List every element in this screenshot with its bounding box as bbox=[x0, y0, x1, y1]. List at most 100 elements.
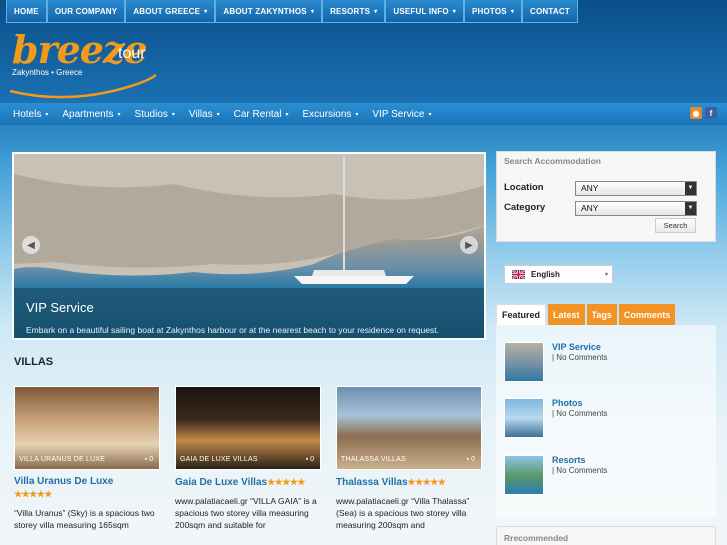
slider-prev-arrow[interactable]: ◀ bbox=[22, 236, 40, 254]
comment-count-value: 0 bbox=[149, 456, 153, 463]
villa-card: THALASSA VILLAS ▪ 0 Thalassa Villas★★★★★… bbox=[336, 386, 484, 531]
chevron-down-icon: ▾ bbox=[374, 8, 378, 15]
chevron-down-icon: ▾ bbox=[355, 111, 359, 118]
uk-flag-icon bbox=[512, 270, 525, 279]
post-meta: | No Comments bbox=[552, 409, 608, 418]
chevron-down-icon: ▾ bbox=[216, 111, 220, 118]
topnav-useful-info[interactable]: USEFUL INFO ▾ bbox=[385, 0, 464, 23]
villa-description: “Villa Uranus” (Sky) is a spacious two s… bbox=[14, 508, 155, 530]
location-label: Location bbox=[504, 182, 544, 193]
logo-swoosh-icon bbox=[9, 73, 157, 99]
topnav-about-zakynthos[interactable]: ABOUT ZAKYNTHOS ▾ bbox=[215, 0, 323, 23]
villa-title-text: Gaia De Luxe Villas bbox=[175, 477, 268, 488]
post-title[interactable]: VIP Service bbox=[552, 342, 601, 352]
menu-studios-label: Studios bbox=[134, 108, 168, 120]
category-select[interactable]: ANY ▼ bbox=[575, 201, 697, 216]
rss-icon[interactable]: ◉ bbox=[690, 107, 702, 119]
villa-thumbnail[interactable]: THALASSA VILLAS ▪ 0 bbox=[336, 386, 482, 470]
list-item: VIP Service | No Comments bbox=[504, 342, 714, 384]
language-select[interactable]: English ▾ bbox=[504, 265, 613, 284]
villa-title[interactable]: Gaia De Luxe Villas★★★★★ bbox=[175, 476, 323, 489]
slider-next-arrow[interactable]: ▶ bbox=[460, 236, 478, 254]
post-thumbnail[interactable] bbox=[504, 398, 544, 438]
logo-tour-text: tour bbox=[118, 45, 146, 62]
search-button[interactable]: Search bbox=[655, 218, 696, 233]
menu-vip-service[interactable]: VIP Service ▾ bbox=[365, 109, 438, 120]
chevron-down-icon: ▾ bbox=[428, 111, 432, 118]
menu-hotels-label: Hotels bbox=[13, 108, 42, 120]
menu-excursions-label: Excursions bbox=[302, 108, 352, 120]
topnav-our-company[interactable]: OUR COMPANY bbox=[46, 0, 126, 23]
chevron-down-icon: ▼ bbox=[685, 202, 696, 215]
list-item: Resorts | No Comments bbox=[504, 455, 714, 497]
featured-posts: VIP Service | No Comments Photos | No Co… bbox=[496, 325, 716, 517]
menu-studios[interactable]: Studios ▾ bbox=[128, 109, 182, 120]
facebook-icon[interactable]: f bbox=[705, 107, 717, 119]
villa-description: www.palatiacaeli.gr “Villa Thalassa” (Se… bbox=[336, 496, 470, 530]
villa-thumbnail[interactable]: VILLA URANUS DE LUXE ▪ 0 bbox=[14, 386, 160, 470]
topnav-contact[interactable]: CONTACT bbox=[522, 0, 578, 23]
post-title[interactable]: Resorts bbox=[552, 455, 586, 465]
chevron-down-icon: ▾ bbox=[117, 111, 121, 118]
featured-slider[interactable]: ◀ ▶ VIP Service Embark on a beautiful sa… bbox=[12, 152, 486, 340]
comment-icon: ▪ bbox=[466, 456, 470, 463]
villa-thumb-label: THALASSA VILLAS bbox=[341, 456, 406, 463]
villa-thumb-label: GAIA DE LUXE VILLAS bbox=[180, 456, 258, 463]
main-menu: Hotels ▾ Apartments ▾ Studios ▾ Villas ▾ Car… bbox=[0, 103, 727, 125]
villa-title[interactable]: Villa Uranus De Luxe ★★★★★ bbox=[14, 476, 162, 501]
topnav-photos-label: PHOTOS bbox=[471, 6, 507, 16]
chevron-down-icon: ▾ bbox=[204, 8, 208, 15]
menu-apartments[interactable]: Apartments ▾ bbox=[55, 109, 127, 120]
topnav-about-greece[interactable]: ABOUT GREECE ▾ bbox=[125, 0, 216, 23]
topnav-useful-info-label: USEFUL INFO bbox=[393, 6, 449, 16]
top-navigation: HOME OUR COMPANY ABOUT GREECE ▾ ABOUT ZAK… bbox=[6, 0, 578, 23]
rating-stars: ★★★★★ bbox=[407, 477, 446, 487]
rating-stars: ★★★★★ bbox=[14, 489, 52, 499]
topnav-our-company-label: OUR COMPANY bbox=[54, 6, 118, 16]
menu-car-rental[interactable]: Car Rental ▾ bbox=[227, 109, 296, 120]
location-select[interactable]: ANY ▼ bbox=[575, 181, 697, 196]
villa-title-text: Thalassa Villas bbox=[336, 477, 408, 488]
chevron-down-icon: ▾ bbox=[604, 272, 608, 278]
chevron-down-icon: ▼ bbox=[685, 182, 696, 195]
topnav-home[interactable]: HOME bbox=[6, 0, 47, 23]
rating-stars: ★★★★★ bbox=[267, 477, 305, 487]
search-accommodation-box: Search Accommodation Location ANY ▼ Categ… bbox=[496, 151, 716, 242]
recommended-box: Rrecommended bbox=[496, 526, 716, 545]
chevron-down-icon: ▾ bbox=[310, 8, 315, 15]
topnav-contact-label: CONTACT bbox=[530, 6, 570, 16]
post-meta: | No Comments bbox=[552, 353, 608, 362]
tab-featured[interactable]: Featured bbox=[496, 304, 547, 325]
villa-thumbnail[interactable]: GAIA DE LUXE VILLAS ▪ 0 bbox=[175, 386, 321, 470]
comment-icon: ▪ bbox=[144, 456, 148, 463]
comment-count-value: 0 bbox=[471, 456, 475, 463]
search-heading: Search Accommodation bbox=[504, 156, 601, 166]
category-select-value: ANY bbox=[581, 203, 599, 213]
menu-villas[interactable]: Villas ▾ bbox=[182, 109, 227, 120]
comment-icon: ▪ bbox=[305, 456, 309, 463]
tab-comments[interactable]: Comments bbox=[618, 304, 676, 325]
menu-hotels[interactable]: Hotels ▾ bbox=[6, 109, 55, 120]
villa-title[interactable]: Thalassa Villas★★★★★ bbox=[336, 476, 484, 489]
menu-excursions[interactable]: Excursions ▾ bbox=[295, 109, 365, 120]
slider-title[interactable]: VIP Service bbox=[26, 300, 94, 315]
comment-count: ▪ 0 bbox=[306, 456, 314, 463]
villas-heading: VILLAS bbox=[14, 356, 54, 368]
topnav-photos[interactable]: PHOTOS ▾ bbox=[463, 0, 523, 23]
post-title[interactable]: Photos bbox=[552, 398, 583, 408]
tab-tags[interactable]: Tags bbox=[586, 304, 617, 325]
chevron-down-icon: ▾ bbox=[452, 8, 456, 15]
tab-latest[interactable]: Latest bbox=[548, 304, 585, 325]
post-thumbnail[interactable] bbox=[504, 342, 544, 382]
topnav-about-greece-label: ABOUT GREECE bbox=[133, 6, 201, 16]
topnav-resorts-label: RESORTS bbox=[330, 6, 371, 16]
post-thumbnail[interactable] bbox=[504, 455, 544, 495]
comment-count: ▪ 0 bbox=[145, 456, 153, 463]
menu-car-rental-label: Car Rental bbox=[233, 108, 282, 120]
villa-title-text: Villa Uranus De Luxe bbox=[14, 476, 114, 487]
topnav-home-label: HOME bbox=[14, 6, 39, 16]
topnav-resorts[interactable]: RESORTS ▾ bbox=[322, 0, 386, 23]
recommended-heading: Rrecommended bbox=[504, 533, 569, 543]
chevron-down-icon: ▾ bbox=[285, 111, 289, 118]
social-links: ◉ f bbox=[690, 107, 717, 119]
